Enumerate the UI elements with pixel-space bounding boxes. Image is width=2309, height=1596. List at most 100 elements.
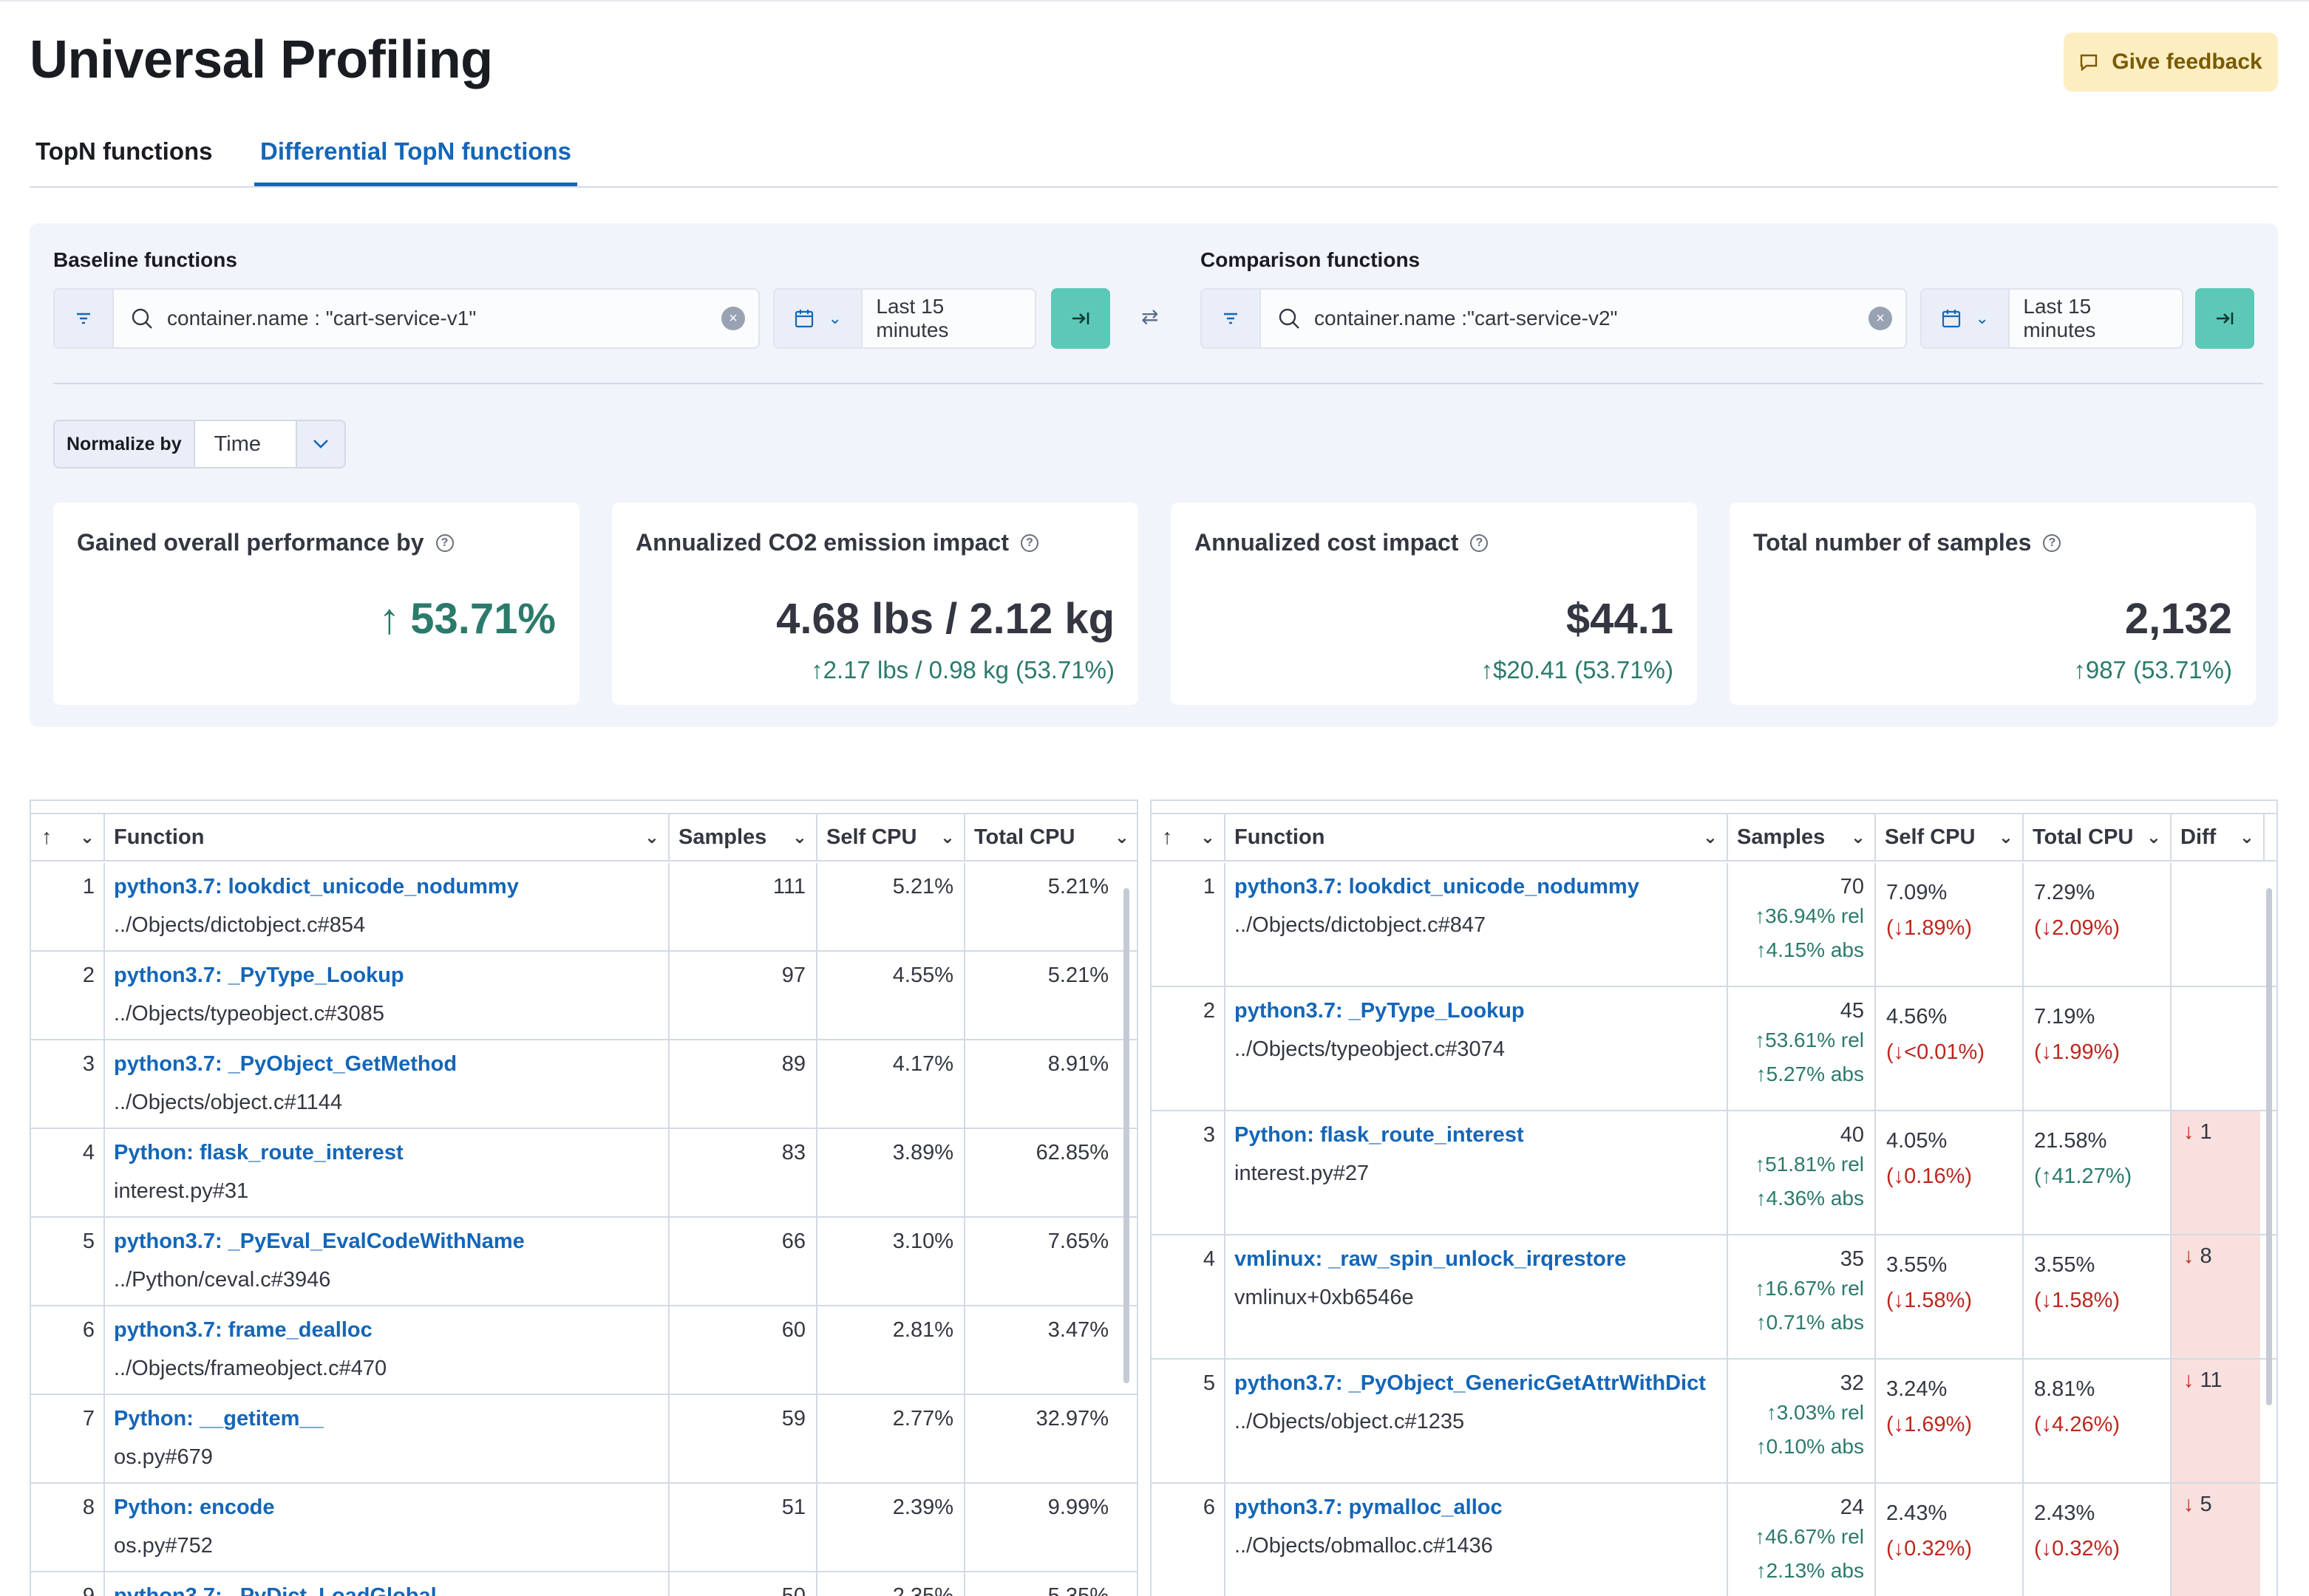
function-location: ../Objects/object.c#1144: [114, 1091, 342, 1114]
swap-icon[interactable]: ⇄: [1141, 304, 1158, 329]
comparison-functions-table: ↑ ⌄ Function ⌄ Samples ⌄ Self CPU ⌄ Total CP…: [1150, 799, 2278, 1596]
function-link[interactable]: python3.7: lookdict_unicode_nodummy: [1234, 875, 1639, 899]
chevron-down-icon[interactable]: ⌄: [1200, 827, 1215, 848]
baseline-date-picker[interactable]: ⌄ Last 15 minutes: [773, 288, 1036, 349]
total-cpu-header[interactable]: Total CPU ⌄: [965, 814, 1137, 860]
samples-header[interactable]: Samples ⌄: [1728, 814, 1876, 860]
function-link[interactable]: Python: flask_route_interest: [114, 1141, 404, 1165]
help-icon[interactable]: ?: [2043, 533, 2061, 552]
function-link[interactable]: python3.7: pymalloc_alloc: [1234, 1496, 1503, 1520]
chevron-down-icon[interactable]: ⌄: [1703, 827, 1718, 848]
function-link[interactable]: python3.7: _PyType_Lookup: [114, 964, 404, 988]
table-row[interactable]: 6 python3.7: frame_dealloc ../Objects/fram…: [31, 1306, 1137, 1395]
scrollbar[interactable]: [2266, 888, 2272, 1405]
normalize-select[interactable]: Normalize by Time: [53, 420, 346, 468]
filter-icon[interactable]: [55, 290, 114, 347]
function-link[interactable]: Python: flask_route_interest: [1234, 1123, 1524, 1147]
function-link[interactable]: python3.7: _PyEval_EvalCodeWithName: [114, 1230, 525, 1254]
function-link[interactable]: Python: encode: [114, 1496, 275, 1520]
table-row[interactable]: 3 python3.7: _PyObject_GetMethod ../Object…: [31, 1040, 1137, 1129]
baseline-query-input[interactable]: container.name : "cart-service-v1": [167, 307, 721, 330]
total-cpu-header[interactable]: Total CPU ⌄: [2024, 814, 2172, 860]
function-link[interactable]: python3.7: _PyDict_LoadGlobal: [114, 1584, 437, 1596]
comparison-date-picker[interactable]: ⌄ Last 15 minutes: [1920, 288, 2183, 349]
chevron-down-icon[interactable]: [295, 421, 344, 467]
chevron-down-icon[interactable]: ⌄: [645, 827, 659, 848]
baseline-time-range[interactable]: Last 15 minutes: [863, 295, 1035, 342]
samples-header[interactable]: Samples ⌄: [670, 814, 817, 860]
baseline-search-bar[interactable]: container.name : "cart-service-v1" ×: [53, 288, 760, 349]
calendar-dropdown[interactable]: ⌄: [1922, 290, 2010, 347]
tab-topn-functions[interactable]: TopN functions: [35, 137, 213, 186]
clear-icon[interactable]: ×: [721, 307, 745, 330]
diff-header[interactable]: Diff ⌄: [2172, 814, 2265, 860]
comparison-label: Comparison functions: [1200, 248, 1421, 271]
table-row[interactable]: 8 Python: encode os.py#752 51 2.39% 9.99%: [31, 1484, 1137, 1572]
search-icon: [1279, 308, 1299, 329]
function-location: interest.py#27: [1234, 1162, 1370, 1185]
function-link[interactable]: python3.7: _PyObject_GenericGetAttrWithD…: [1234, 1371, 1706, 1396]
self-cpu-cell: 3.55% (↓1.58%): [1876, 1235, 2024, 1358]
self-cpu-header[interactable]: Self CPU ⌄: [817, 814, 965, 860]
table-row[interactable]: 9 python3.7: _PyDict_LoadGlobal 50 2.35% 5.3…: [31, 1572, 1137, 1596]
function-location: interest.py#31: [114, 1179, 249, 1203]
function-link[interactable]: python3.7: _PyType_Lookup: [1234, 999, 1525, 1023]
function-header[interactable]: Function ⌄: [105, 814, 670, 860]
chevron-down-icon[interactable]: ⌄: [80, 827, 95, 848]
sort-up-icon[interactable]: ↑: [1162, 825, 1173, 850]
baseline-refresh-button[interactable]: [1051, 288, 1110, 349]
table-row[interactable]: 4 Python: flask_route_interest interest.py…: [31, 1129, 1137, 1218]
table-row[interactable]: 2 python3.7: _PyType_Lookup ../Objects/typ…: [31, 952, 1137, 1040]
scrollbar[interactable]: [1123, 888, 1129, 1383]
normalize-value[interactable]: Time: [195, 432, 296, 457]
chevron-down-icon[interactable]: ⌄: [940, 827, 955, 848]
sort-up-icon[interactable]: ↑: [41, 825, 52, 850]
comparison-time-range[interactable]: Last 15 minutes: [2010, 295, 2182, 342]
table-row[interactable]: 6 python3.7: pymalloc_alloc ../Objects/obm…: [1152, 1484, 2276, 1596]
chevron-down-icon[interactable]: ⌄: [1851, 827, 1866, 848]
chevron-down-icon[interactable]: ⌄: [2146, 827, 2161, 848]
diff-value: ↓ 1: [2183, 1120, 2212, 1144]
self-cpu-delta: (↓<0.01%): [1886, 1040, 1985, 1064]
chevron-down-icon[interactable]: ⌄: [2240, 827, 2254, 848]
function-location: ../Objects/frameobject.c#470: [114, 1357, 387, 1380]
total-cpu-value: 21.58%: [2034, 1129, 2107, 1153]
filter-icon[interactable]: [1202, 290, 1261, 347]
table-row[interactable]: 4 vmlinux: _raw_spin_unlock_irqrestore vml…: [1152, 1235, 2276, 1360]
samples-cell: 35 ↑16.67% rel ↑0.71% abs: [1728, 1235, 1876, 1358]
arrow-up-icon: ↑: [1755, 1187, 1766, 1210]
table-row[interactable]: 5 python3.7: _PyEval_EvalCodeWithName ../P…: [31, 1218, 1137, 1306]
clear-icon[interactable]: ×: [1868, 307, 1892, 330]
calendar-dropdown[interactable]: ⌄: [775, 290, 863, 347]
comparison-query-input[interactable]: container.name :"cart-service-v2": [1314, 307, 1868, 330]
card-label: Gained overall performance by: [77, 529, 424, 556]
chevron-down-icon[interactable]: ⌄: [792, 827, 807, 848]
table-row[interactable]: 1 python3.7: lookdict_unicode_nodummy ../O…: [1152, 863, 2276, 987]
table-row[interactable]: 7 Python: __getitem__ os.py#679 59 2.77% 32.9…: [31, 1395, 1137, 1484]
function-link[interactable]: Python: __getitem__: [114, 1407, 324, 1431]
function-link[interactable]: python3.7: _PyObject_GetMethod: [114, 1052, 457, 1077]
chevron-down-icon[interactable]: ⌄: [1115, 827, 1129, 848]
help-icon[interactable]: ?: [1021, 533, 1038, 552]
rank-sort-header[interactable]: ↑ ⌄: [1152, 814, 1225, 860]
function-cell: Python: flask_route_interest interest.py#…: [1225, 1111, 1728, 1234]
function-link[interactable]: python3.7: frame_dealloc: [114, 1318, 373, 1343]
chevron-down-icon[interactable]: ⌄: [1999, 827, 2013, 848]
rank-sort-header[interactable]: ↑ ⌄: [31, 814, 105, 860]
total-cpu-cell: 2.43% (↓0.32%): [2024, 1484, 2172, 1596]
comparison-search-bar[interactable]: container.name :"cart-service-v2" ×: [1200, 288, 1907, 349]
help-icon[interactable]: ?: [435, 533, 454, 552]
help-icon[interactable]: ?: [1470, 533, 1489, 552]
table-row[interactable]: 3 Python: flask_route_interest interest.py…: [1152, 1111, 2276, 1235]
function-header[interactable]: Function ⌄: [1225, 814, 1728, 860]
table-row[interactable]: 5 python3.7: _PyObject_GenericGetAttrWith…: [1152, 1360, 2276, 1484]
table-row[interactable]: 1 python3.7: lookdict_unicode_nodummy ../O…: [31, 863, 1137, 952]
function-link[interactable]: python3.7: lookdict_unicode_nodummy: [114, 875, 519, 899]
self-cpu-header[interactable]: Self CPU ⌄: [1876, 814, 2024, 860]
tab-differential-topn-functions[interactable]: Differential TopN functions: [254, 137, 578, 186]
comparison-refresh-button[interactable]: [2195, 288, 2254, 349]
function-link[interactable]: vmlinux: _raw_spin_unlock_irqrestore: [1234, 1247, 1626, 1272]
samples-cell: 45 ↑53.61% rel ↑5.27% abs: [1728, 987, 1876, 1110]
give-feedback-button[interactable]: Give feedback: [2064, 33, 2278, 92]
table-row[interactable]: 2 python3.7: _PyType_Lookup ../Objects/typ…: [1152, 987, 2276, 1111]
